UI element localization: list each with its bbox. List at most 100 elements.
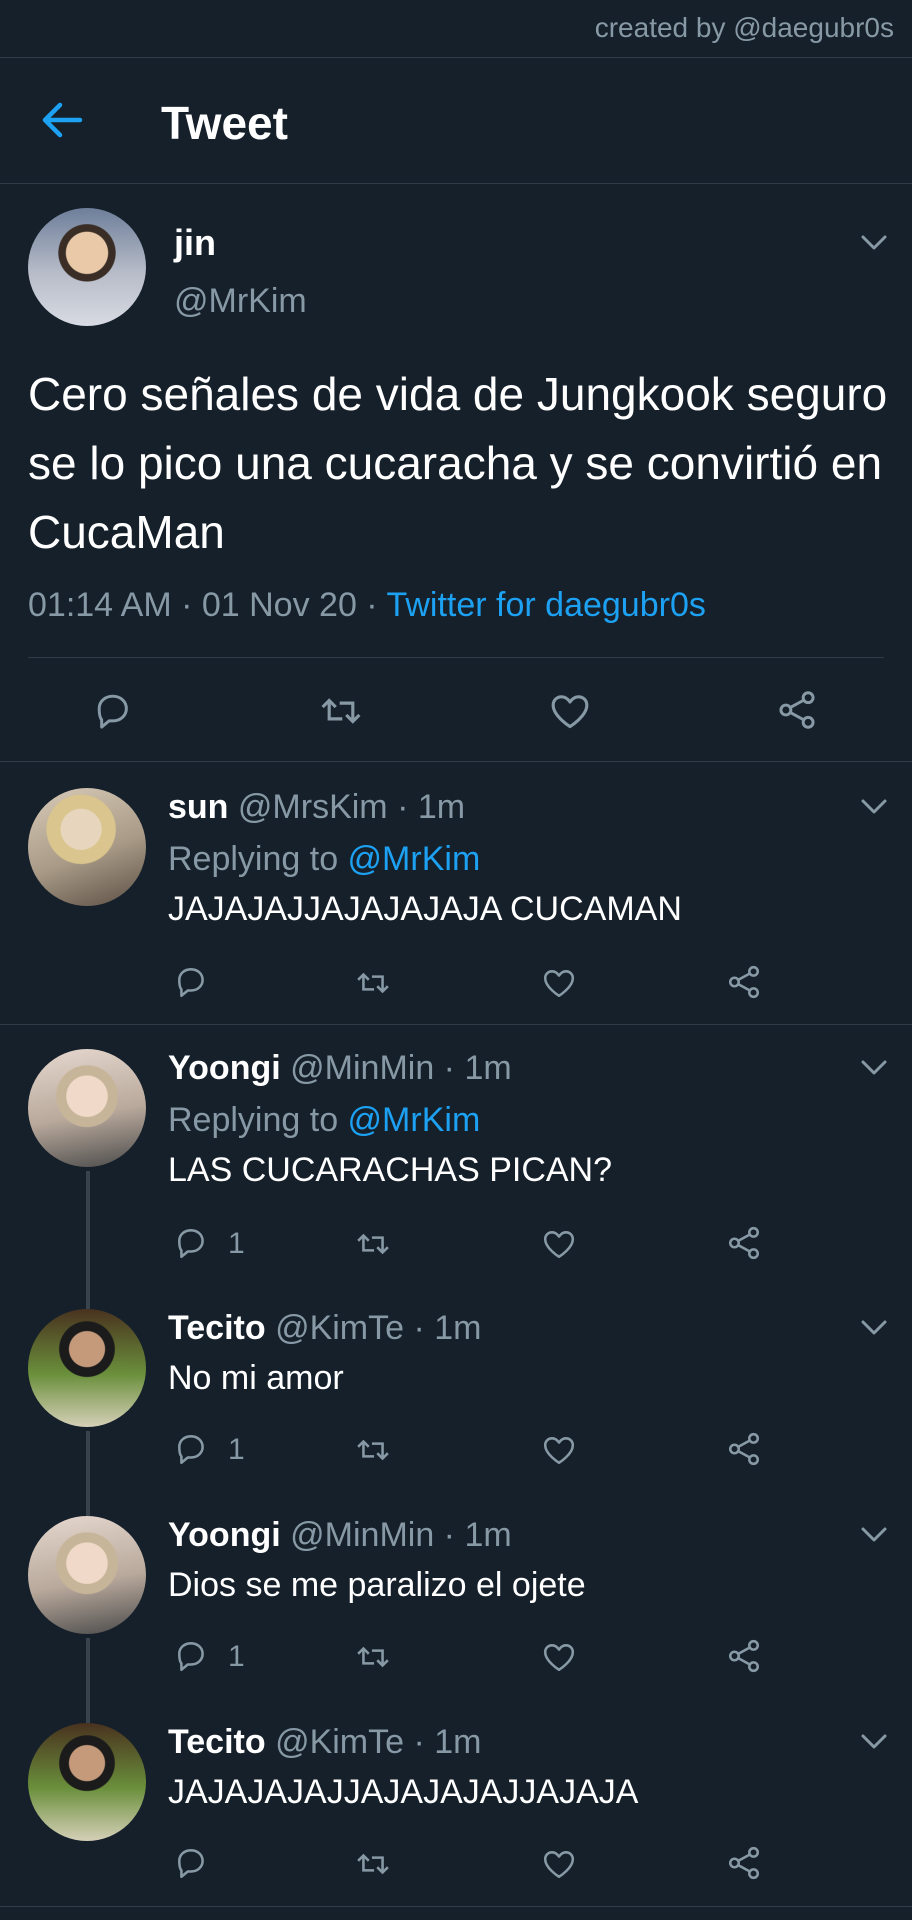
chevron-down-icon[interactable] [860, 1733, 888, 1751]
reply-icon[interactable] [174, 964, 210, 1000]
replying-to: Replying to @MrKim [168, 840, 480, 879]
reply-tweet[interactable]: Tecito @KimTe · 1m JAJAJAJAJJAJAJAJAJJAJ… [0, 1701, 912, 1908]
reply-header: sun @MrsKim · 1m [168, 788, 465, 827]
tweet-timestamp: 01:14 AM · 01 Nov 20 · [28, 586, 387, 624]
tweet-source-link[interactable]: Twitter for daegubr0s [386, 586, 705, 624]
tweet-action-bar [0, 664, 912, 760]
tweet-text: Cero señales de vida de Jungkook seguro … [28, 368, 888, 558]
chevron-down-icon[interactable] [860, 1059, 888, 1077]
author-handle[interactable]: @MrKim [174, 282, 307, 321]
retweet-icon[interactable] [352, 966, 394, 1000]
reply-header: Tecito @KimTe · 1m [168, 1309, 482, 1348]
thread-line [86, 1431, 90, 1494]
author-name[interactable]: Tecito [168, 1309, 266, 1347]
chevron-down-icon[interactable] [860, 798, 888, 816]
top-app-bar: Tweet [0, 58, 912, 184]
page-title: Tweet [161, 97, 288, 149]
reply-action-bar [168, 1841, 768, 1891]
avatar[interactable] [28, 1516, 146, 1634]
thread-line [86, 1638, 90, 1701]
thread-line [86, 1287, 90, 1309]
like-icon[interactable] [540, 1433, 578, 1467]
avatar[interactable] [28, 788, 146, 906]
author-handle[interactable]: @MinMin [290, 1049, 434, 1087]
reply-text: No mi amor [168, 1359, 344, 1397]
replying-to-label: Replying to [168, 1101, 348, 1139]
reply-tweet[interactable]: Yoongi @MinMin · 1m Dios se me paralizo … [0, 1494, 912, 1701]
reply-icon[interactable] [174, 1225, 210, 1261]
reply-tweet[interactable]: sun @MrsKim · 1m Replying to @MrKim JAJA… [0, 762, 912, 1024]
retweet-icon[interactable] [352, 1227, 394, 1261]
avatar[interactable] [28, 208, 146, 326]
share-icon[interactable] [726, 964, 762, 1000]
chevron-down-icon[interactable] [860, 234, 888, 252]
reply-count: 1 [228, 1640, 245, 1673]
like-icon[interactable] [540, 966, 578, 1000]
back-arrow-icon[interactable] [40, 100, 84, 140]
share-icon[interactable] [776, 688, 818, 732]
replying-to-mention[interactable]: @MrKim [348, 840, 481, 878]
reply-action-bar: 1 [168, 1221, 768, 1271]
reply-header: Yoongi @MinMin · 1m [168, 1049, 512, 1088]
retweet-icon[interactable] [352, 1640, 394, 1674]
avatar[interactable] [28, 1723, 146, 1841]
reply-tweet[interactable]: Tecito @KimTe · 1m No mi amor 1 [0, 1287, 912, 1494]
reply-action-bar: 1 [168, 1427, 768, 1477]
reply-text: JAJAJAJJAJAJAJAJA CUCAMAN [168, 890, 682, 928]
author-handle[interactable]: @MinMin [290, 1516, 434, 1554]
avatar[interactable] [28, 1309, 146, 1427]
reply-text: Dios se me paralizo el ojete [168, 1566, 586, 1604]
author-handle[interactable]: @KimTe [275, 1723, 404, 1761]
like-icon[interactable] [540, 1640, 578, 1674]
tweet-metadata: 01:14 AM · 01 Nov 20 · Twitter for daegu… [28, 586, 706, 625]
divider [0, 1906, 912, 1907]
reply-count: 1 [228, 1227, 245, 1260]
reply-time: · 1m [404, 1723, 482, 1761]
thread-line [86, 1171, 90, 1287]
chevron-down-icon[interactable] [860, 1526, 888, 1544]
reply-text: JAJAJAJAJJAJAJAJAJJAJAJA [168, 1773, 639, 1811]
reply-text: LAS CUCARACHAS PICAN? [168, 1151, 613, 1189]
author-handle[interactable]: @KimTe [275, 1309, 404, 1347]
share-icon[interactable] [726, 1431, 762, 1467]
share-icon[interactable] [726, 1638, 762, 1674]
thread-line [86, 1701, 90, 1723]
retweet-icon[interactable] [316, 690, 366, 732]
share-icon[interactable] [726, 1845, 762, 1881]
author-name[interactable]: jin [174, 222, 216, 264]
main-tweet: jin @MrKim Cero señales de vida de Jungk… [0, 184, 912, 762]
watermark-text: created by @daegubr0s [594, 12, 894, 43]
reply-time: · 1m [387, 788, 466, 826]
reply-time: · 1m [404, 1309, 482, 1347]
replying-to-mention[interactable]: @MrKim [348, 1101, 481, 1139]
reply-icon[interactable] [174, 1638, 210, 1674]
like-icon[interactable] [540, 1227, 578, 1261]
author-name[interactable]: Yoongi [168, 1049, 281, 1087]
thread-line [86, 1494, 90, 1516]
reply-icon[interactable] [93, 690, 135, 732]
author-name[interactable]: sun [168, 788, 228, 826]
reply-icon[interactable] [174, 1845, 210, 1881]
tweet-detail-page: created by @daegubr0s Tweet jin @MrKim C… [0, 0, 912, 1920]
share-icon[interactable] [726, 1225, 762, 1261]
author-handle[interactable]: @MrsKim [238, 788, 388, 826]
reply-time: · 1m [434, 1516, 512, 1554]
author-name[interactable]: Yoongi [168, 1516, 281, 1554]
like-icon[interactable] [540, 1847, 578, 1881]
replying-to: Replying to @MrKim [168, 1101, 480, 1140]
retweet-icon[interactable] [352, 1847, 394, 1881]
watermark-bar: created by @daegubr0s [0, 0, 912, 58]
reply-count: 1 [228, 1433, 245, 1466]
reply-action-bar [168, 960, 768, 1010]
author-name[interactable]: Tecito [168, 1723, 266, 1761]
reply-icon[interactable] [174, 1431, 210, 1467]
chevron-down-icon[interactable] [860, 1319, 888, 1337]
reply-time: · 1m [434, 1049, 512, 1087]
retweet-icon[interactable] [352, 1433, 394, 1467]
avatar[interactable] [28, 1049, 146, 1167]
replying-to-label: Replying to [168, 840, 348, 878]
reply-tweet[interactable]: Yoongi @MinMin · 1m Replying to @MrKim L… [0, 1025, 912, 1287]
like-icon[interactable] [548, 690, 592, 732]
reply-header: Tecito @KimTe · 1m [168, 1723, 482, 1762]
reply-action-bar: 1 [168, 1634, 768, 1684]
